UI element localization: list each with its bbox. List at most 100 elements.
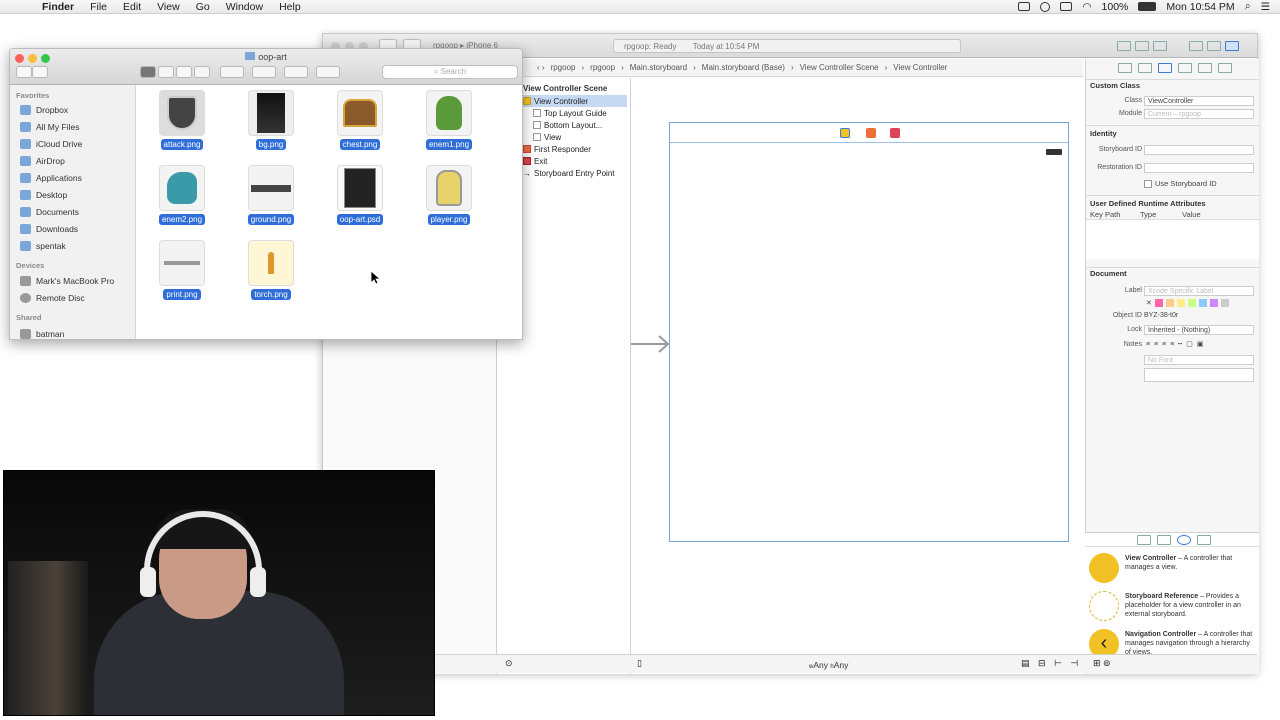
wifi-icon[interactable]: ◠ bbox=[1082, 1, 1091, 13]
outline-item-bottom-layout-guide[interactable]: Bottom Layout... bbox=[533, 119, 602, 131]
notes-field[interactable] bbox=[1144, 368, 1254, 382]
file-item-attack[interactable]: attack.png bbox=[145, 87, 219, 157]
autolayout-buttons[interactable]: ▤ ⊟ ⊢ ⊣ bbox=[1021, 658, 1081, 669]
connections-inspector-icon[interactable] bbox=[1218, 63, 1232, 73]
back-button[interactable] bbox=[16, 66, 32, 78]
color-swatch[interactable] bbox=[1220, 299, 1229, 307]
runtime-attributes-table[interactable] bbox=[1086, 219, 1259, 259]
attributes-inspector-icon[interactable] bbox=[1178, 63, 1192, 73]
clock[interactable]: Mon 10:54 PM bbox=[1166, 1, 1234, 13]
code-snippet-library-icon[interactable] bbox=[1157, 535, 1171, 545]
toggle-debug-icon[interactable] bbox=[1207, 41, 1221, 51]
sidebar-item-documents[interactable]: Documents bbox=[20, 205, 79, 219]
clear-color-icon[interactable]: ✕ bbox=[1146, 299, 1152, 307]
media-library-icon[interactable] bbox=[1197, 535, 1211, 545]
menu-file[interactable]: File bbox=[82, 1, 115, 13]
identity-inspector-icon[interactable] bbox=[1158, 63, 1172, 73]
file-item-chest[interactable]: chest.png bbox=[323, 87, 397, 157]
view-controller-scene[interactable] bbox=[669, 122, 1069, 542]
menu-finder[interactable]: Finder bbox=[34, 1, 82, 13]
arrange-button[interactable] bbox=[220, 66, 244, 78]
notes-format-toolbar[interactable]: ≡ ≡ ≡ ≡ ┅ ▢ ▣ bbox=[1146, 340, 1204, 348]
jumpbar-item-project[interactable]: rpgoop bbox=[551, 63, 576, 72]
file-item-enem2[interactable]: enem2.png bbox=[145, 162, 219, 232]
tags-button[interactable] bbox=[316, 66, 340, 78]
outline-item-entry-point[interactable]: → Storyboard Entry Point bbox=[523, 167, 614, 179]
color-swatch[interactable] bbox=[1198, 299, 1207, 307]
module-field[interactable]: Current – rpgoop bbox=[1144, 109, 1254, 119]
outline-item-top-layout-guide[interactable]: Top Layout Guide bbox=[533, 107, 607, 119]
forward-button[interactable] bbox=[32, 66, 48, 78]
first-responder-dock-icon[interactable] bbox=[866, 128, 876, 138]
action-gear-icon[interactable] bbox=[252, 66, 276, 78]
sidebar-item-desktop[interactable]: Desktop bbox=[20, 188, 67, 202]
jumpbar-item-controller[interactable]: View Controller bbox=[893, 63, 947, 72]
sidebar-item-spentak[interactable]: spentak bbox=[20, 239, 66, 253]
sidebar-item-remote-disc[interactable]: Remote Disc bbox=[20, 291, 85, 305]
sidebar-item-icloud-drive[interactable]: iCloud Drive bbox=[20, 137, 82, 151]
use-storyboard-id-checkbox[interactable]: Use Storyboard ID bbox=[1144, 179, 1217, 188]
menu-edit[interactable]: Edit bbox=[115, 1, 149, 13]
time-machine-icon[interactable] bbox=[1040, 1, 1051, 12]
airplay-icon[interactable] bbox=[1060, 2, 1073, 11]
file-inspector-icon[interactable] bbox=[1118, 63, 1132, 73]
file-item-ground[interactable]: ground.png bbox=[234, 162, 308, 232]
jumpbar-item-scene[interactable]: View Controller Scene bbox=[800, 63, 879, 72]
file-item-player[interactable]: player.png bbox=[412, 162, 486, 232]
storyboard-entry-arrow-icon[interactable] bbox=[631, 334, 671, 354]
standard-editor-icon[interactable] bbox=[1117, 41, 1131, 51]
file-template-library-icon[interactable] bbox=[1137, 535, 1151, 545]
object-library-icon[interactable] bbox=[1177, 535, 1191, 545]
file-item-torch[interactable]: torch.png bbox=[234, 237, 308, 307]
jumpbar-item-storyboard[interactable]: Main.storyboard bbox=[630, 63, 687, 72]
menu-view[interactable]: View bbox=[149, 1, 188, 13]
quick-help-icon[interactable] bbox=[1138, 63, 1152, 73]
storyboard-id-field[interactable] bbox=[1144, 145, 1254, 155]
sidebar-item-batman[interactable]: batman bbox=[20, 327, 64, 339]
cover-flow-button[interactable] bbox=[194, 66, 210, 78]
list-view-button[interactable] bbox=[158, 66, 174, 78]
version-editor-icon[interactable] bbox=[1153, 41, 1167, 51]
sidebar-item-airdrop[interactable]: AirDrop bbox=[20, 154, 65, 168]
library-item-storyboard-reference[interactable]: Storyboard Reference – Provides a placeh… bbox=[1089, 589, 1255, 627]
menu-go[interactable]: Go bbox=[188, 1, 218, 13]
file-item-bg[interactable]: bg.png bbox=[234, 87, 308, 157]
lock-select[interactable]: Inherited - (Nothing) bbox=[1144, 325, 1254, 335]
color-swatch[interactable] bbox=[1209, 299, 1218, 307]
view-controller-dock-icon[interactable] bbox=[840, 128, 850, 138]
outline-toggle-icon[interactable]: ▯ bbox=[637, 658, 642, 669]
column-view-button[interactable] bbox=[176, 66, 192, 78]
size-class-control[interactable]: wAny hAny bbox=[809, 660, 848, 670]
exit-dock-icon[interactable] bbox=[890, 128, 900, 138]
search-input[interactable]: ⌕ Search bbox=[382, 65, 518, 79]
class-field[interactable]: ViewController bbox=[1144, 96, 1254, 106]
jumpbar-item-storyboard-base[interactable]: Main.storyboard (Base) bbox=[702, 63, 785, 72]
library-grid-icon[interactable]: ⊞ ⊚ bbox=[1093, 658, 1111, 669]
outline-item-view-controller[interactable]: View Controller bbox=[523, 95, 627, 107]
color-swatch[interactable] bbox=[1176, 299, 1185, 307]
toggle-utilities-icon[interactable] bbox=[1225, 41, 1239, 51]
outline-item-view[interactable]: View bbox=[533, 131, 561, 143]
color-swatch[interactable] bbox=[1187, 299, 1196, 307]
assistant-editor-icon[interactable] bbox=[1135, 41, 1149, 51]
screen-record-icon[interactable] bbox=[1018, 2, 1031, 11]
document-label-field[interactable]: Xcode Specific Label bbox=[1144, 286, 1254, 296]
label-color-swatches[interactable]: ✕ bbox=[1146, 299, 1229, 307]
font-field[interactable]: No Font bbox=[1144, 355, 1254, 365]
sidebar-item-downloads[interactable]: Downloads bbox=[20, 222, 78, 236]
outline-item-exit[interactable]: Exit bbox=[523, 155, 547, 167]
icon-view-button[interactable] bbox=[140, 66, 156, 78]
file-item-print[interactable]: print.png bbox=[145, 237, 219, 307]
share-button[interactable] bbox=[284, 66, 308, 78]
jumpbar-back-icon[interactable]: ‹ › bbox=[537, 63, 545, 72]
battery-icon[interactable] bbox=[1138, 2, 1157, 11]
filter-icon[interactable]: ⊙ bbox=[505, 658, 513, 669]
color-swatch[interactable] bbox=[1154, 299, 1163, 307]
color-swatch[interactable] bbox=[1165, 299, 1174, 307]
sidebar-item-applications[interactable]: Applications bbox=[20, 171, 82, 185]
outline-scene-header[interactable]: View Controller Scene bbox=[523, 82, 607, 94]
sidebar-item-macbook[interactable]: Mark's MacBook Pro bbox=[20, 274, 114, 288]
outline-item-first-responder[interactable]: First Responder bbox=[523, 143, 591, 155]
menu-window[interactable]: Window bbox=[218, 1, 271, 13]
spotlight-icon[interactable]: ⌕ bbox=[1245, 0, 1251, 13]
